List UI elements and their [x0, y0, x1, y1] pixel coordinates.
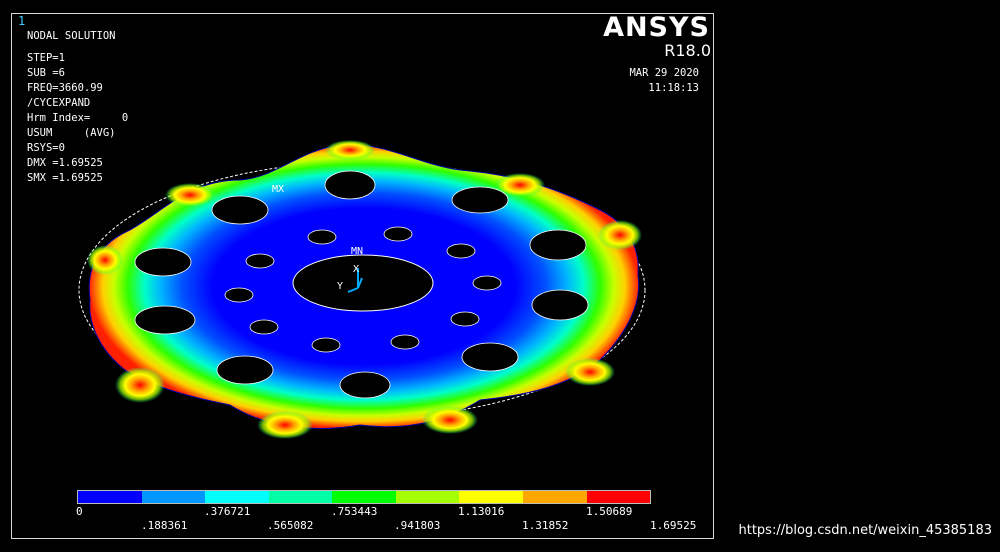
min-label: MN [351, 246, 363, 257]
legend-tick: .376721 [204, 505, 251, 518]
contour-legend [77, 490, 651, 504]
legend-band [268, 491, 333, 503]
legend-band [586, 491, 651, 503]
legend-tick: 1.50689 [586, 505, 633, 518]
center-bore [292, 254, 434, 312]
contour-plot[interactable]: MX MN X Y [0, 0, 1000, 552]
axis-x-label: X [353, 264, 359, 275]
watermark-url: https://blog.csdn.net/weixin_45385183 [738, 523, 992, 538]
legend-band [332, 491, 396, 503]
legend-band [459, 491, 523, 503]
legend-tick: 1.31852 [522, 519, 569, 532]
legend-band [78, 491, 142, 503]
legend-band [205, 491, 269, 503]
max-label: MX [272, 184, 284, 195]
legend-tick: .753443 [331, 505, 378, 518]
legend-tick: 0 [76, 505, 83, 518]
legend-tick: .565082 [267, 519, 314, 532]
axis-y-label: Y [337, 281, 343, 292]
legend-tick: .188361 [141, 519, 188, 532]
legend-tick: 1.69525 [650, 519, 697, 532]
legend-tick: .941803 [394, 519, 441, 532]
legend-tick: 1.13016 [458, 505, 505, 518]
legend-band [395, 491, 460, 503]
legend-band [522, 491, 587, 503]
legend-band [141, 491, 206, 503]
